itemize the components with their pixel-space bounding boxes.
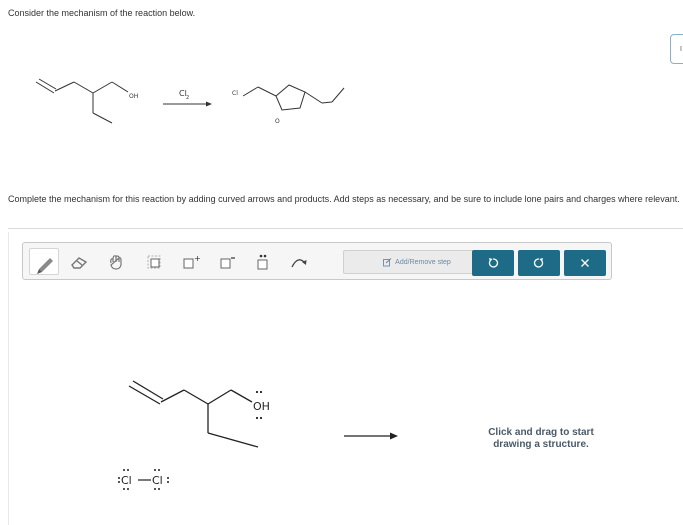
canvas-oh-group: OH [253,390,270,420]
canvas-reaction-arrow [344,432,398,440]
canvas-oh-label: OH [253,400,270,413]
canvas-hint: Click and drag to start drawing a struct… [488,427,594,450]
canvas-alcohol-structure [128,380,259,448]
canvas-cl-left: Cl [121,474,132,487]
canvas-dichlorine-molecule: Cl Cl [118,469,169,490]
canvas-cl-right: Cl [152,474,163,487]
